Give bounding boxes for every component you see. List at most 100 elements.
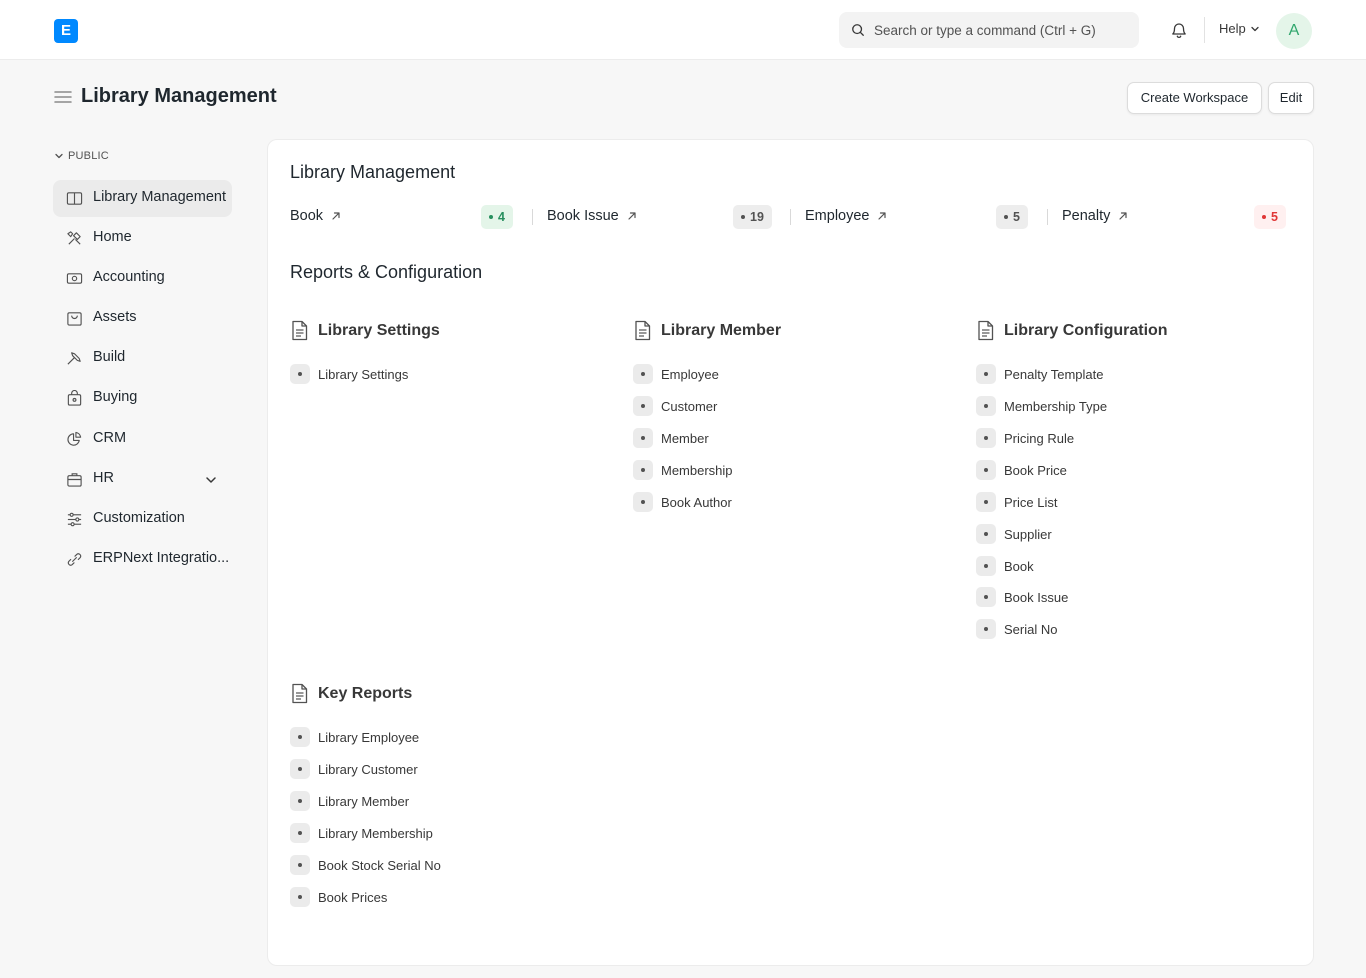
link-price-list[interactable]: Price List	[976, 492, 1057, 512]
link-label: Library Member	[318, 793, 410, 809]
shortcut-count-badge: 5	[996, 205, 1028, 229]
sidebar-item-label: Accounting	[93, 269, 165, 285]
link-library-settings[interactable]: Library Settings	[290, 364, 408, 384]
shortcut-employee[interactable]: Employee	[805, 208, 887, 224]
integration-icon	[67, 553, 82, 566]
link-membership[interactable]: Membership	[633, 460, 733, 480]
bullet-icon	[290, 727, 310, 747]
sidebar-section-public[interactable]: PUBLIC	[54, 150, 109, 162]
search-icon	[852, 24, 864, 36]
link-book-stock-serial-no[interactable]: Book Stock Serial No	[290, 855, 441, 875]
sidebar-item-erpnext-integrations[interactable]: ERPNext Integratio...	[53, 541, 232, 578]
card-title-text: Library Member	[661, 321, 782, 339]
assets-icon	[67, 312, 82, 326]
shortcut-penalty[interactable]: Penalty	[1062, 208, 1128, 224]
card-title-text: Library Settings	[318, 321, 440, 339]
link-label: Member	[661, 430, 709, 446]
link-book-author[interactable]: Book Author	[633, 492, 732, 512]
link-library-employee[interactable]: Library Employee	[290, 727, 419, 747]
link-book-issue[interactable]: Book Issue	[976, 587, 1068, 607]
link-label: Membership Type	[1004, 398, 1108, 414]
bullet-icon	[976, 428, 996, 448]
sidebar-item-home[interactable]: Home	[53, 220, 232, 257]
arrow-up-right-icon	[1119, 212, 1127, 220]
app-logo[interactable]: E	[54, 19, 78, 43]
link-book[interactable]: Book	[976, 556, 1034, 576]
hamburger-menu-icon[interactable]	[54, 89, 72, 105]
arrow-up-right-icon	[628, 212, 636, 220]
link-label: Book Author	[661, 494, 732, 510]
link-serial-no[interactable]: Serial No	[976, 619, 1057, 639]
link-pricing-rule[interactable]: Pricing Rule	[976, 428, 1074, 448]
link-label: Pricing Rule	[1004, 430, 1075, 446]
edit-button[interactable]: Edit	[1268, 82, 1314, 114]
avatar[interactable]: A	[1276, 13, 1312, 49]
shortcut-divider	[1047, 209, 1048, 225]
accounting-icon	[66, 273, 83, 284]
sidebar-item-hr[interactable]: HR	[53, 461, 232, 498]
document-icon	[635, 320, 651, 341]
link-customer[interactable]: Customer	[633, 396, 717, 416]
bullet-icon	[976, 524, 996, 544]
sidebar-item-label: Library Management	[93, 189, 226, 205]
link-label: Library Customer	[318, 761, 418, 777]
sidebar-item-label: Buying	[93, 389, 138, 405]
page-title: Library Management	[81, 85, 277, 107]
notification-bell-icon[interactable]	[1170, 21, 1188, 39]
shortcut-book[interactable]: Book	[290, 208, 341, 224]
bullet-icon	[290, 887, 310, 907]
document-icon	[292, 320, 308, 341]
chevron-down-icon[interactable]	[205, 474, 217, 486]
bullet-icon	[633, 396, 653, 416]
link-member[interactable]: Member	[633, 428, 709, 448]
sidebar-item-build[interactable]: Build	[53, 340, 232, 377]
workspace-heading: Library Management	[290, 162, 456, 182]
link-library-customer[interactable]: Library Customer	[290, 759, 418, 779]
sidebar-item-buying[interactable]: Buying	[53, 380, 232, 417]
document-icon	[292, 683, 308, 704]
navbar-divider	[1204, 17, 1205, 43]
bullet-icon	[290, 823, 310, 843]
book-icon	[66, 192, 83, 205]
sidebar-item-crm[interactable]: CRM	[53, 421, 232, 458]
link-label: Serial No	[1004, 621, 1058, 637]
status-dot	[489, 215, 493, 219]
link-employee[interactable]: Employee	[633, 364, 719, 384]
link-book-prices[interactable]: Book Prices	[290, 887, 387, 907]
sidebar-item-label: CRM	[93, 430, 127, 446]
search-input[interactable]	[874, 12, 1129, 48]
sidebar-item-assets[interactable]: Assets	[53, 300, 232, 337]
link-label: Book Stock Serial No	[318, 857, 441, 873]
link-label: Supplier	[1004, 526, 1052, 542]
card-title-key-reports: Key Reports	[290, 683, 412, 704]
reports-heading: Reports & Configuration	[290, 262, 483, 282]
link-label: Penalty Template	[1004, 366, 1104, 382]
link-label: Library Employee	[318, 729, 420, 745]
help-dropdown[interactable]: Help	[1219, 21, 1260, 36]
bullet-icon	[290, 855, 310, 875]
link-penalty-template[interactable]: Penalty Template	[976, 364, 1104, 384]
shortcut-book-issue[interactable]: Book Issue	[547, 208, 637, 224]
bullet-icon	[976, 556, 996, 576]
shortcut-divider	[790, 209, 791, 225]
card-title-library-member: Library Member	[633, 320, 781, 341]
link-membership-type[interactable]: Membership Type	[976, 396, 1107, 416]
search-bar[interactable]	[839, 12, 1139, 48]
link-book-price[interactable]: Book Price	[976, 460, 1067, 480]
bullet-icon	[976, 619, 996, 639]
count-value: 4	[498, 210, 505, 224]
bullet-icon	[633, 460, 653, 480]
create-workspace-button[interactable]: Create Workspace	[1127, 82, 1262, 114]
link-library-member[interactable]: Library Member	[290, 791, 409, 811]
shortcut-label: Penalty	[1062, 208, 1111, 224]
sidebar-item-customization[interactable]: Customization	[53, 501, 232, 538]
sidebar-item-label: Build	[93, 349, 126, 365]
sidebar-item-library-management[interactable]: Library Management	[53, 180, 232, 217]
sidebar-item-accounting[interactable]: Accounting	[53, 260, 232, 297]
link-label: Membership	[661, 462, 733, 478]
link-supplier[interactable]: Supplier	[976, 524, 1052, 544]
bullet-icon	[633, 428, 653, 448]
link-library-membership[interactable]: Library Membership	[290, 823, 433, 843]
bullet-icon	[633, 492, 653, 512]
sidebar-section-label: PUBLIC	[68, 150, 109, 162]
